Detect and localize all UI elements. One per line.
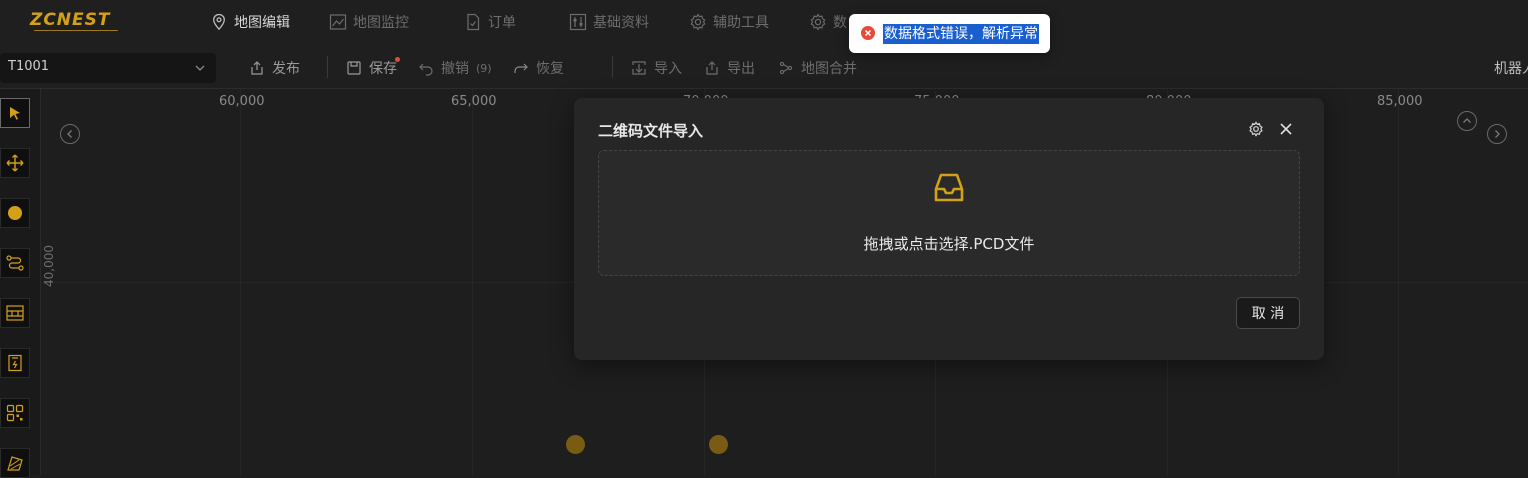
save-label: 保存	[369, 61, 397, 77]
save-icon	[347, 61, 361, 75]
map-pin-icon	[213, 13, 225, 31]
logo: ZCNEST	[30, 10, 118, 32]
dialog-title: 二维码文件导入	[598, 122, 704, 140]
chevron-up-icon	[1463, 118, 1471, 123]
nav-item-label: 辅助工具	[713, 15, 769, 31]
y-axis-tick: 40,000	[42, 245, 56, 287]
chevron-down-icon	[195, 65, 205, 71]
undo-button[interactable]: 撤销 (9)	[418, 58, 492, 78]
undo-count: (9)	[476, 61, 492, 75]
qrcode-import-dialog: 二维码文件导入 拖拽或点击选择.PCD文件 取 消	[574, 98, 1324, 360]
route-icon	[6, 255, 24, 271]
error-icon	[861, 26, 875, 40]
area-tool[interactable]	[0, 448, 30, 478]
redo-button[interactable]: 恢复	[513, 58, 564, 78]
undo-label: 撤销	[441, 61, 469, 77]
map-point[interactable]	[566, 435, 585, 454]
point-tool[interactable]	[0, 198, 30, 228]
area-icon	[7, 456, 23, 471]
drop-zone-hint: 拖拽或点击选择.PCD文件	[863, 235, 1035, 253]
nav-item-data[interactable]: 数	[809, 11, 847, 33]
nav-item-label: 基础资料	[593, 15, 649, 31]
gear-icon	[810, 13, 826, 31]
robot-menu[interactable]: 机器人	[1494, 58, 1528, 78]
chevron-left-icon	[67, 130, 72, 138]
qrcode-icon	[6, 404, 24, 422]
settings-icon[interactable]	[1248, 121, 1264, 137]
import-icon	[632, 61, 646, 75]
map-point[interactable]	[709, 435, 728, 454]
import-button[interactable]: 导入	[631, 58, 682, 78]
redo-icon	[514, 63, 528, 73]
chart-icon	[329, 14, 347, 30]
nav-item-map-edit[interactable]: 地图编辑	[210, 11, 290, 33]
scroll-up-button[interactable]	[1457, 111, 1477, 131]
path-tool[interactable]	[0, 248, 30, 278]
qrcode-tool[interactable]	[0, 398, 30, 428]
scroll-right-button[interactable]	[1487, 124, 1507, 144]
file-drop-zone[interactable]: 拖拽或点击选择.PCD文件	[598, 150, 1300, 276]
document-icon	[467, 13, 480, 31]
nav-item-tools[interactable]: 辅助工具	[689, 11, 769, 33]
charger-tool[interactable]	[0, 348, 30, 378]
nav-item-orders[interactable]: 订单	[464, 11, 516, 33]
map-select-value: T1001	[8, 59, 50, 74]
import-label: 导入	[654, 61, 682, 77]
toast-message: 数据格式错误，解析异常	[883, 24, 1039, 44]
nav-item-label: 订单	[488, 15, 516, 31]
map-select[interactable]: T1001	[0, 53, 216, 83]
point-icon	[8, 206, 22, 220]
export-label: 导出	[727, 61, 755, 77]
divider	[327, 56, 328, 78]
toolbar	[0, 44, 1528, 89]
x-axis-tick: 60,000	[219, 94, 265, 109]
robot-label: 机器人	[1494, 61, 1528, 77]
close-icon[interactable]	[1278, 121, 1294, 137]
cursor-icon	[10, 107, 20, 120]
error-toast: 数据格式错误，解析异常	[849, 14, 1050, 53]
merge-label: 地图合并	[801, 61, 857, 77]
shelf-tool[interactable]	[0, 298, 30, 328]
select-tool[interactable]	[0, 98, 30, 128]
gear-icon	[690, 13, 706, 31]
nav-item-label: 地图编辑	[234, 15, 290, 31]
divider	[612, 56, 613, 78]
shelf-icon	[6, 305, 24, 321]
move-icon	[6, 154, 24, 172]
nav-item-basic-data[interactable]: 基础资料	[569, 11, 649, 33]
x-axis-tick: 85,000	[1377, 94, 1423, 109]
cancel-button[interactable]: 取 消	[1236, 297, 1300, 329]
left-toolbar	[0, 89, 41, 478]
charger-icon	[8, 354, 22, 372]
nav-item-label: 地图监控	[353, 15, 409, 31]
nav-item-label: 数	[833, 15, 847, 31]
merge-icon	[779, 61, 793, 75]
publish-label: 发布	[272, 61, 300, 77]
x-axis-tick: 65,000	[451, 94, 497, 109]
merge-map-button[interactable]: 地图合并	[778, 58, 857, 78]
chevron-right-icon	[1495, 130, 1500, 138]
scroll-left-button[interactable]	[60, 124, 80, 144]
export-button[interactable]: 导出	[704, 58, 755, 78]
inbox-icon	[934, 173, 964, 202]
undo-icon	[419, 63, 433, 76]
unsaved-dot	[395, 57, 400, 62]
save-button[interactable]: 保存	[346, 58, 397, 78]
export-icon	[706, 61, 718, 75]
redo-label: 恢复	[536, 61, 564, 77]
pan-tool[interactable]	[0, 148, 30, 178]
nav-item-map-monitor[interactable]: 地图监控	[329, 11, 409, 33]
sliders-icon	[569, 13, 587, 31]
publish-button[interactable]: 发布	[249, 58, 300, 78]
upload-icon	[251, 61, 263, 75]
